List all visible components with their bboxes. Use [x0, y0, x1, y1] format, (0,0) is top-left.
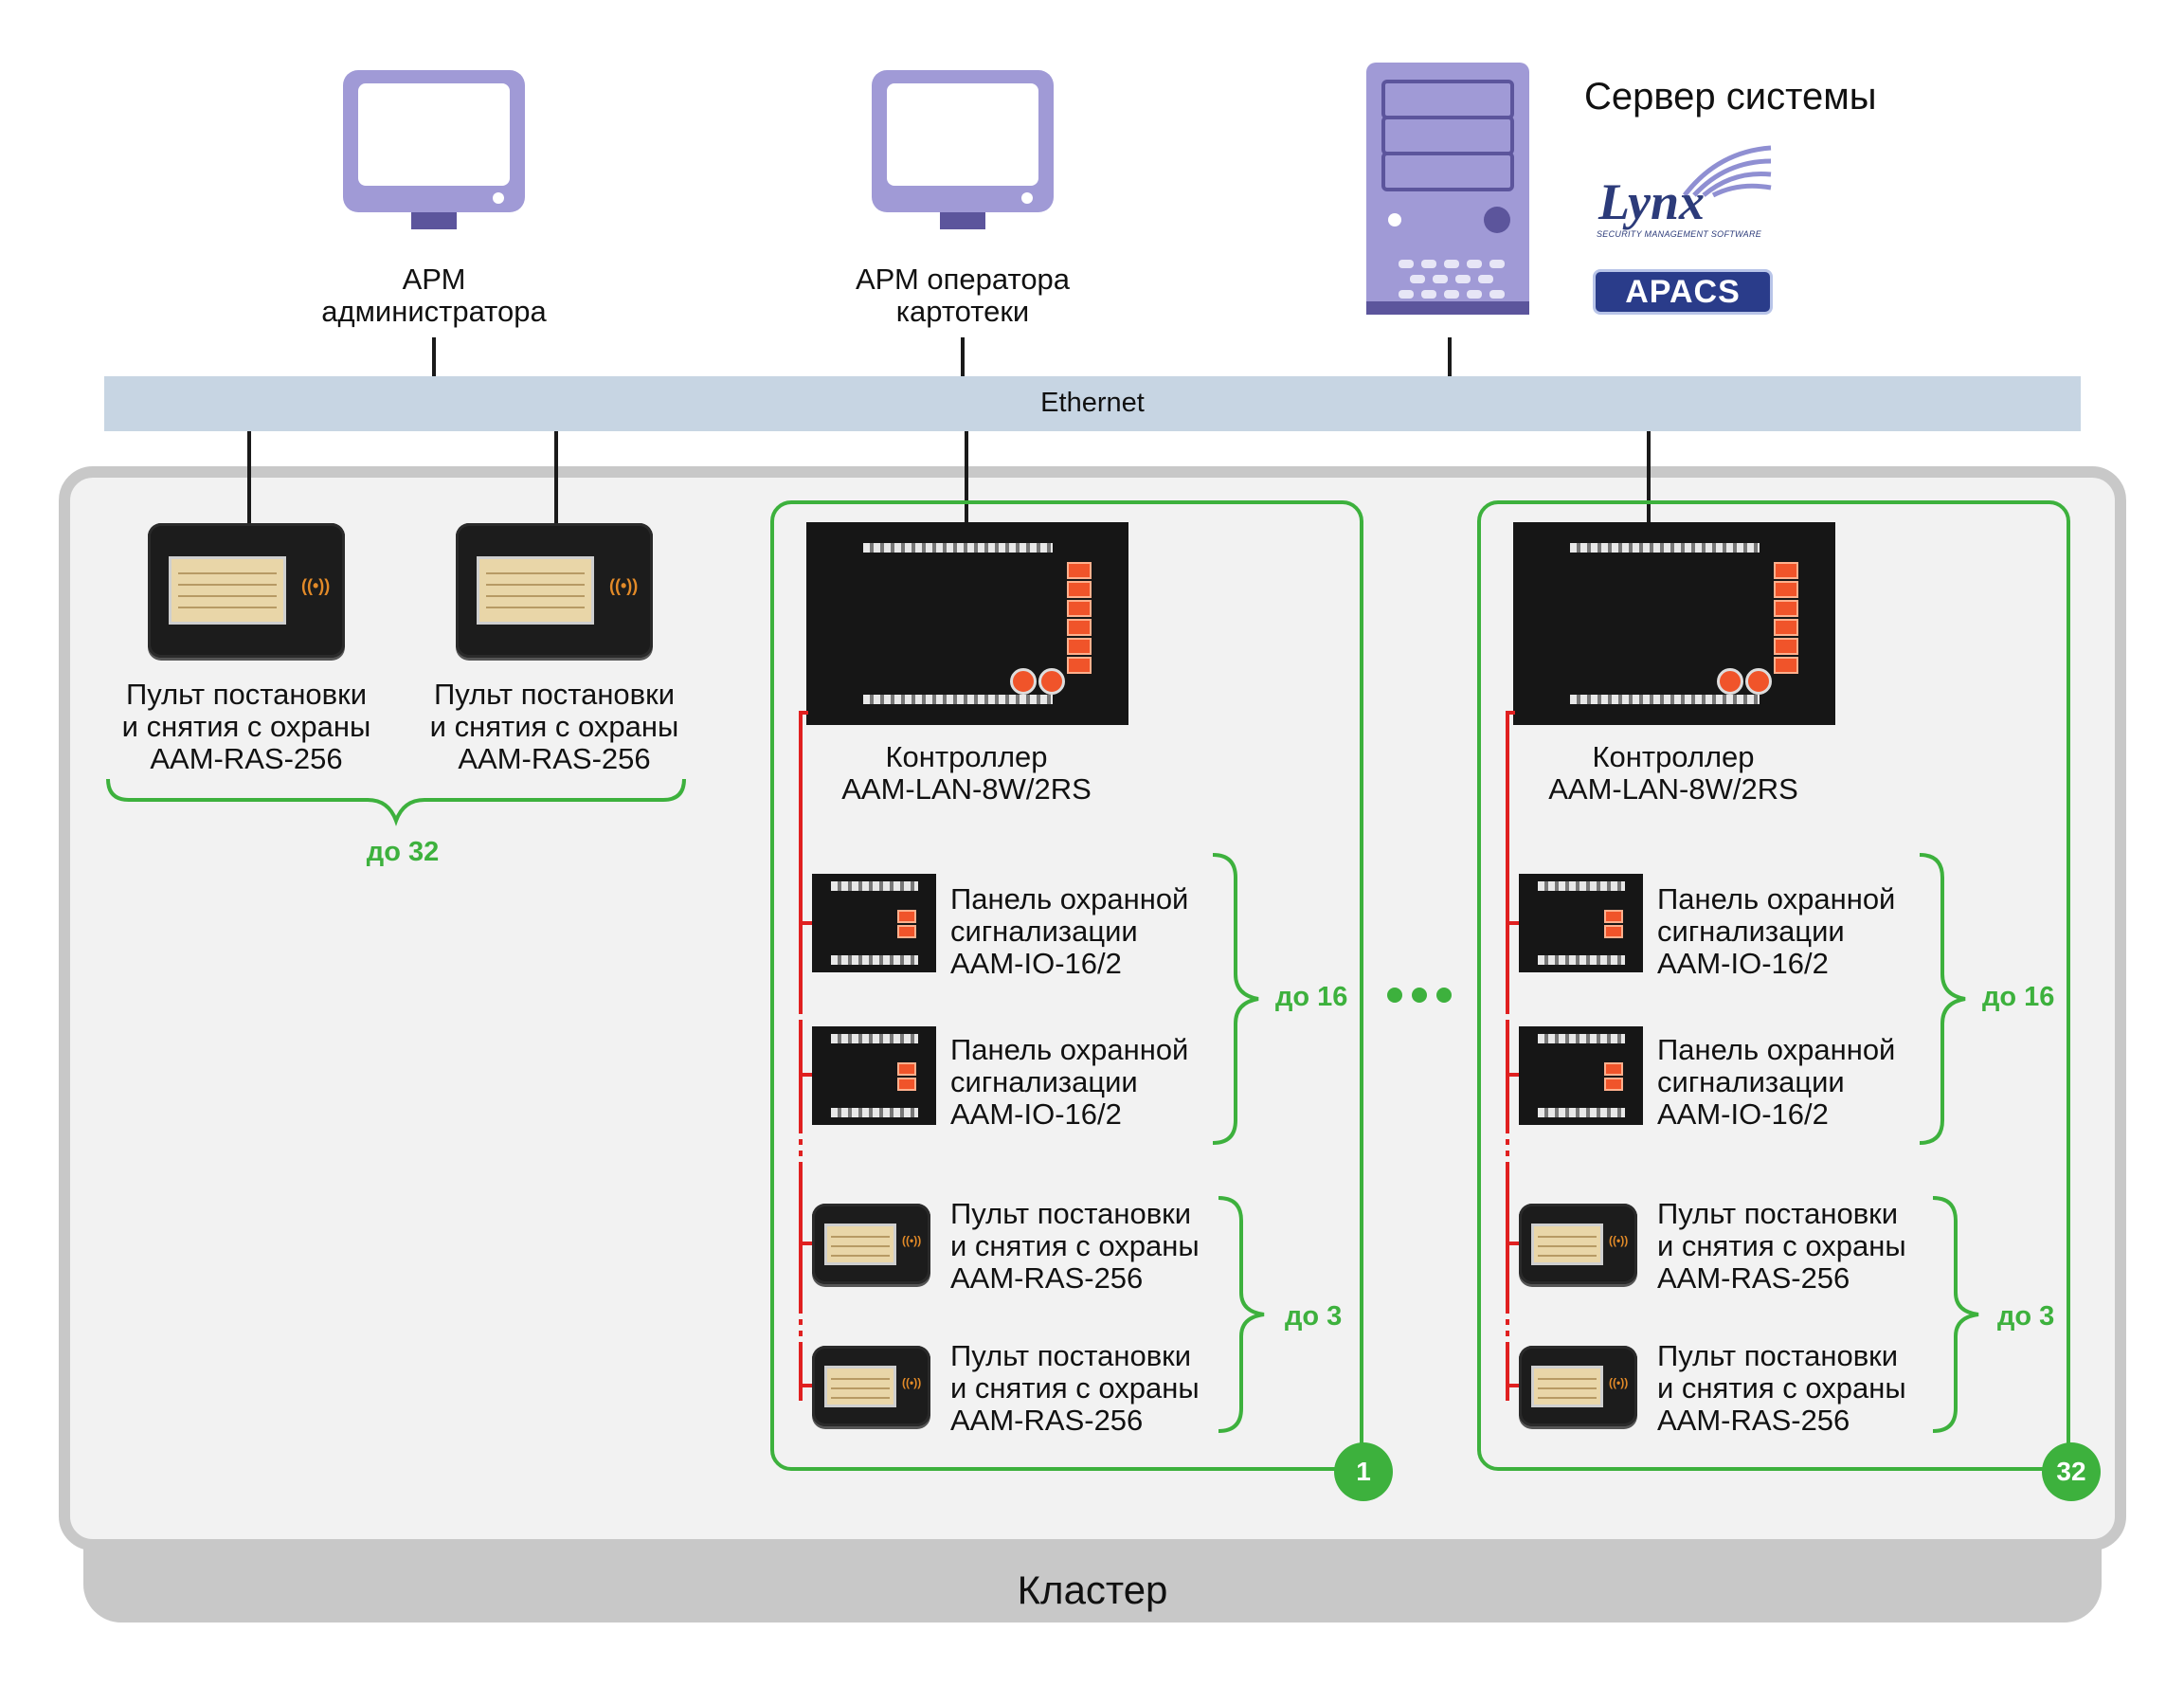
rs485-bus-ellipsis	[1506, 1308, 1509, 1346]
rs485-bus	[1506, 1166, 1509, 1308]
server-tower-icon	[1366, 63, 1529, 315]
group-number-badge: 1	[1334, 1442, 1393, 1501]
controller-board	[806, 522, 1128, 725]
apacs-logo-text: APACS	[1625, 274, 1741, 310]
io-count: до 16	[1275, 982, 1348, 1012]
standalone-ras-label: Пульт постановки и снятия с охраны AAM-R…	[429, 678, 679, 775]
apacs-logo: APACS	[1593, 269, 1773, 315]
io-panel-board	[812, 1026, 936, 1125]
network-link	[1448, 337, 1452, 376]
ras-panel-device: ((•))	[1519, 1204, 1637, 1284]
bracket-io	[1212, 853, 1259, 1145]
rs485-bus-ellipsis	[799, 1308, 803, 1346]
ras-panel-device: ((•))	[812, 1346, 930, 1426]
network-link	[247, 431, 251, 526]
rs485-tap	[1506, 1384, 1519, 1387]
rs485-bus	[799, 711, 808, 715]
rs485-tap	[1506, 1242, 1519, 1245]
rs485-tap	[799, 1384, 812, 1387]
rs485-bus-ellipsis	[1506, 986, 1509, 1024]
monitor-icon	[343, 70, 525, 229]
bracket-ras	[1218, 1196, 1265, 1433]
ras-count: до 3	[1997, 1301, 2055, 1332]
io-panel-label: Панель охранной сигнализации AAM-IO-16/2	[950, 882, 1189, 980]
bracket-io	[1919, 853, 1966, 1145]
ras-panel-label: Пульт постановки и снятия с охраны AAM-R…	[1657, 1197, 1906, 1295]
rs485-bus-ellipsis	[799, 1128, 803, 1166]
rs485-tap	[1506, 921, 1519, 925]
ras-count: до 3	[1285, 1301, 1343, 1332]
controller-board	[1513, 522, 1835, 725]
rs485-tap	[799, 1242, 812, 1245]
io-panel-label: Панель охранной сигнализации AAM-IO-16/2	[950, 1033, 1189, 1131]
operator-workstation-label: АРМ оператора картотеки	[855, 263, 1071, 328]
standalone-count: до 32	[366, 837, 440, 867]
standalone-ras-label: Пульт постановки и снятия с охраны AAM-R…	[121, 678, 371, 775]
ras-panel-device: ((•))	[1519, 1346, 1637, 1426]
ras-panel-device: ((•))	[812, 1204, 930, 1284]
ras-panel-device: ((•))	[148, 523, 345, 658]
rs485-bus	[799, 1166, 803, 1308]
bracket-standalone	[106, 778, 686, 826]
io-count: до 16	[1982, 982, 2055, 1012]
ras-panel-label: Пульт постановки и снятия с охраны AAM-R…	[950, 1197, 1200, 1295]
ras-panel-label: Пульт постановки и снятия с охраны AAM-R…	[1657, 1339, 1906, 1437]
ellipsis-icon	[1387, 988, 1452, 1003]
network-link	[961, 337, 965, 376]
rs485-bus	[1506, 711, 1509, 1010]
io-panel-board	[1519, 1026, 1643, 1125]
group-number-badge: 32	[2042, 1442, 2101, 1501]
rs485-tap	[1506, 1073, 1519, 1077]
cluster-label: Кластер	[1017, 1568, 1168, 1612]
ethernet-label: Ethernet	[1040, 388, 1145, 418]
io-panel-board	[812, 874, 936, 972]
controller-label: Контроллер AAM-LAN-8W/2RS	[841, 740, 1092, 806]
io-panel-label: Панель охранной сигнализации AAM-IO-16/2	[1657, 1033, 1896, 1131]
ras-panel-device: ((•))	[456, 523, 653, 658]
lynx-logo-tagline: SECURITY MANAGEMENT SOFTWARE	[1597, 229, 1762, 239]
rs485-bus-ellipsis	[1506, 1128, 1509, 1166]
io-panel-label: Панель охранной сигнализации AAM-IO-16/2	[1657, 882, 1896, 980]
lynx-logo-text: Lynx	[1598, 173, 1705, 230]
server-title: Сервер системы	[1584, 76, 1877, 118]
rs485-tap	[799, 1073, 812, 1077]
controller-label: Контроллер AAM-LAN-8W/2RS	[1548, 740, 1798, 806]
rs485-bus	[799, 711, 803, 1010]
rs485-bus	[1506, 1346, 1509, 1401]
network-link	[554, 431, 558, 526]
bracket-ras	[1932, 1196, 1979, 1433]
network-link	[432, 337, 436, 376]
rs485-bus	[799, 1346, 803, 1401]
ras-panel-label: Пульт постановки и снятия с охраны AAM-R…	[950, 1339, 1200, 1437]
io-panel-board	[1519, 874, 1643, 972]
monitor-icon	[872, 70, 1054, 229]
rs485-tap	[799, 921, 812, 925]
rs485-bus-ellipsis	[799, 986, 803, 1024]
lynx-logo: Lynx SECURITY MANAGEMENT SOFTWARE	[1595, 142, 1775, 241]
admin-workstation-label: АРМ администратора	[321, 263, 547, 328]
rs485-bus	[1506, 711, 1515, 715]
